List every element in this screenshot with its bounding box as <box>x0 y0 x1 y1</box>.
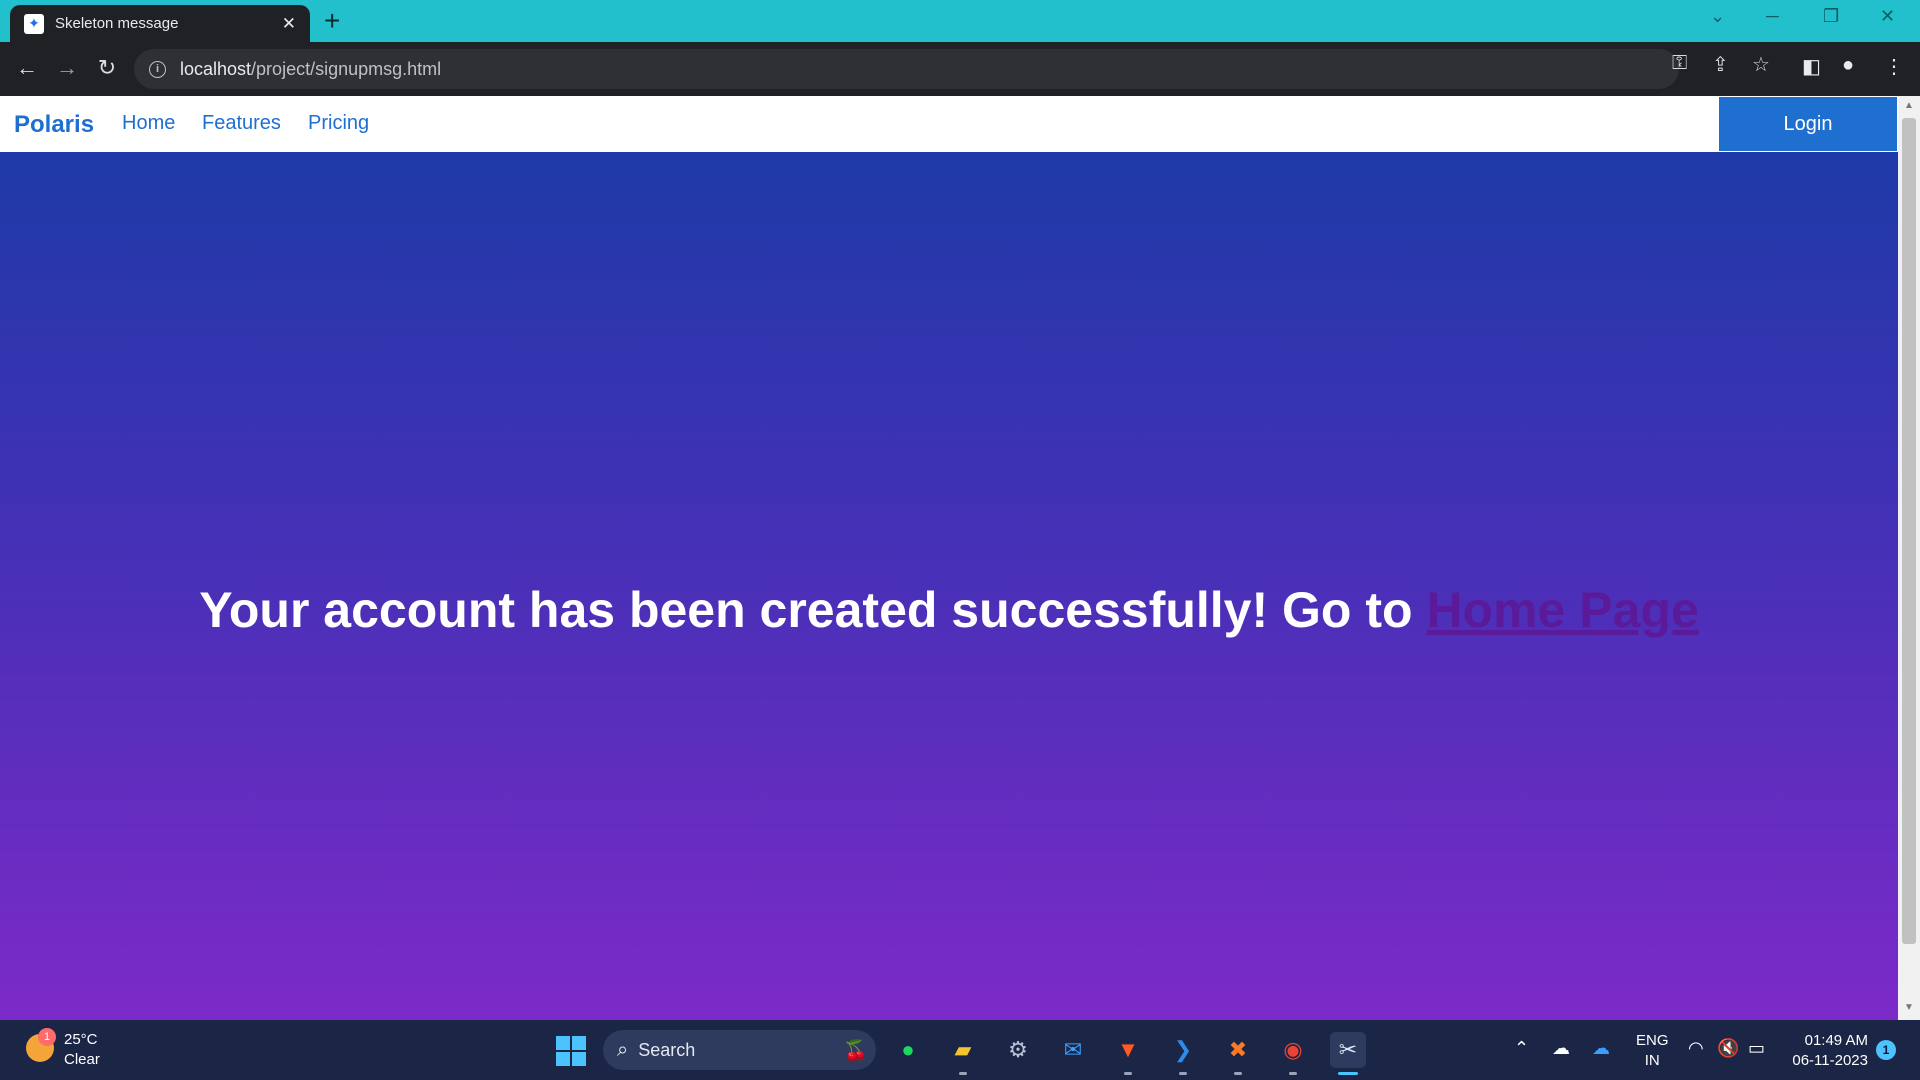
language-indicator[interactable]: ENG IN <box>1636 1031 1669 1071</box>
chrome-indicator <box>1289 1072 1297 1075</box>
settings-gear-icon[interactable]: ⚙ <box>1000 1032 1036 1068</box>
brave-indicator <box>1124 1072 1132 1075</box>
tab-title: Skeleton message <box>55 15 179 32</box>
vscode-icon[interactable]: ❯ <box>1165 1032 1201 1068</box>
clock-time: 01:49 AM <box>1804 1032 1868 1049</box>
file-explorer-indicator <box>959 1072 967 1075</box>
address-bar[interactable]: i localhost /project/signupmsg.html <box>134 49 1679 89</box>
page-scrollbar[interactable]: ▲ ▼ <box>1898 96 1920 1020</box>
page-viewport: Polaris Home Features Pricing Login Your… <box>0 96 1898 1020</box>
nav-home[interactable]: Home <box>122 112 175 135</box>
xampp-indicator <box>1234 1072 1242 1075</box>
cloud-icon[interactable]: ☁ <box>1552 1038 1570 1059</box>
file-explorer-icon[interactable]: ▰ <box>945 1032 981 1068</box>
weather-badge: 1 <box>38 1028 56 1046</box>
key-icon[interactable]: ⚿ <box>1672 52 1687 75</box>
site-info-icon[interactable]: i <box>149 60 166 78</box>
nav-features[interactable]: Features <box>202 112 281 135</box>
search-highlight-icon: 🍒 <box>843 1040 868 1062</box>
clock[interactable]: 01:49 AM 06-11-2023 <box>1780 1031 1868 1071</box>
back-icon[interactable]: ← <box>12 54 42 82</box>
menu-kebab-icon[interactable]: ⋮ <box>1884 54 1904 79</box>
snipping-tool-icon[interactable]: ✂ <box>1330 1032 1366 1068</box>
home-page-link[interactable]: Home Page <box>1426 582 1698 638</box>
vscode-indicator <box>1179 1072 1187 1075</box>
brand-logo[interactable]: Polaris <box>14 111 94 139</box>
search-label: Search <box>638 1039 696 1060</box>
scroll-up-icon[interactable]: ▲ <box>1898 100 1920 111</box>
success-text: Your account has been created successful… <box>199 582 1427 638</box>
volume-muted-icon[interactable]: 🔇 <box>1717 1038 1739 1059</box>
url-path: /project/signupmsg.html <box>251 58 442 79</box>
clock-date: 06-11-2023 <box>1792 1052 1868 1069</box>
wifi-icon[interactable]: ◠ <box>1688 1038 1704 1059</box>
battery-icon[interactable]: ▭ <box>1748 1038 1765 1059</box>
browser-tab[interactable]: ✦ Skeleton message ✕ <box>10 5 310 42</box>
windows-taskbar: 1 25°C Clear ⌕ Search 🍒 ● ▰ ⚙ ✉ ▼ ❯ ✖ ◉ … <box>0 1020 1920 1080</box>
scrollbar-thumb[interactable] <box>1902 118 1916 944</box>
nav-pricing[interactable]: Pricing <box>308 112 369 135</box>
minimize-button[interactable]: ─ <box>1766 6 1779 27</box>
browser-toolbar: ← → ↻ i localhost /project/signupmsg.htm… <box>0 42 1920 96</box>
mail-icon[interactable]: ✉ <box>1055 1032 1091 1068</box>
share-icon[interactable]: ⇪ <box>1712 52 1729 77</box>
close-window-button[interactable]: ✕ <box>1880 6 1895 27</box>
weather-temp[interactable]: 25°C <box>64 1031 98 1048</box>
bookmark-star-icon[interactable]: ☆ <box>1752 52 1770 77</box>
xampp-icon[interactable]: ✖ <box>1220 1032 1256 1068</box>
taskbar-search[interactable]: ⌕ Search 🍒 <box>603 1030 876 1070</box>
side-panel-icon[interactable]: ◧ <box>1802 54 1821 79</box>
start-windows-icon[interactable] <box>556 1036 586 1066</box>
login-button[interactable]: Login <box>1719 97 1897 151</box>
browser-titlebar: ✦ Skeleton message ✕ + ⌄ ─ ❐ ✕ <box>0 0 1920 42</box>
reload-icon[interactable]: ↻ <box>92 54 122 82</box>
lang-line2: IN <box>1644 1052 1660 1069</box>
notification-badge[interactable]: 1 <box>1876 1040 1896 1060</box>
profile-icon[interactable]: ● <box>1842 54 1854 77</box>
weather-status[interactable]: Clear <box>64 1051 100 1068</box>
lang-line1: ENG <box>1636 1032 1669 1049</box>
url-host: localhost <box>180 58 252 79</box>
success-message: Your account has been created successful… <box>0 581 1898 639</box>
scroll-down-icon[interactable]: ▼ <box>1898 1002 1920 1013</box>
snipping-tool-indicator <box>1338 1072 1358 1075</box>
tab-search-icon[interactable]: ⌄ <box>1710 6 1725 27</box>
search-icon: ⌕ <box>617 1038 629 1061</box>
onedrive-icon[interactable]: ☁ <box>1592 1038 1610 1059</box>
forward-icon[interactable]: → <box>52 54 82 82</box>
chrome-icon[interactable]: ◉ <box>1275 1032 1311 1068</box>
new-tab-button[interactable]: + <box>324 6 340 36</box>
restore-button[interactable]: ❐ <box>1823 6 1839 27</box>
tab-close-icon[interactable]: ✕ <box>282 14 296 34</box>
tab-favicon-icon: ✦ <box>24 13 44 34</box>
site-navbar: Polaris Home Features Pricing Login <box>0 96 1898 152</box>
tray-chevron-up-icon[interactable]: ⌃ <box>1514 1038 1529 1059</box>
spotify-icon[interactable]: ● <box>890 1032 926 1068</box>
hero-section: Your account has been created successful… <box>0 152 1898 1020</box>
brave-browser-icon[interactable]: ▼ <box>1110 1032 1146 1068</box>
